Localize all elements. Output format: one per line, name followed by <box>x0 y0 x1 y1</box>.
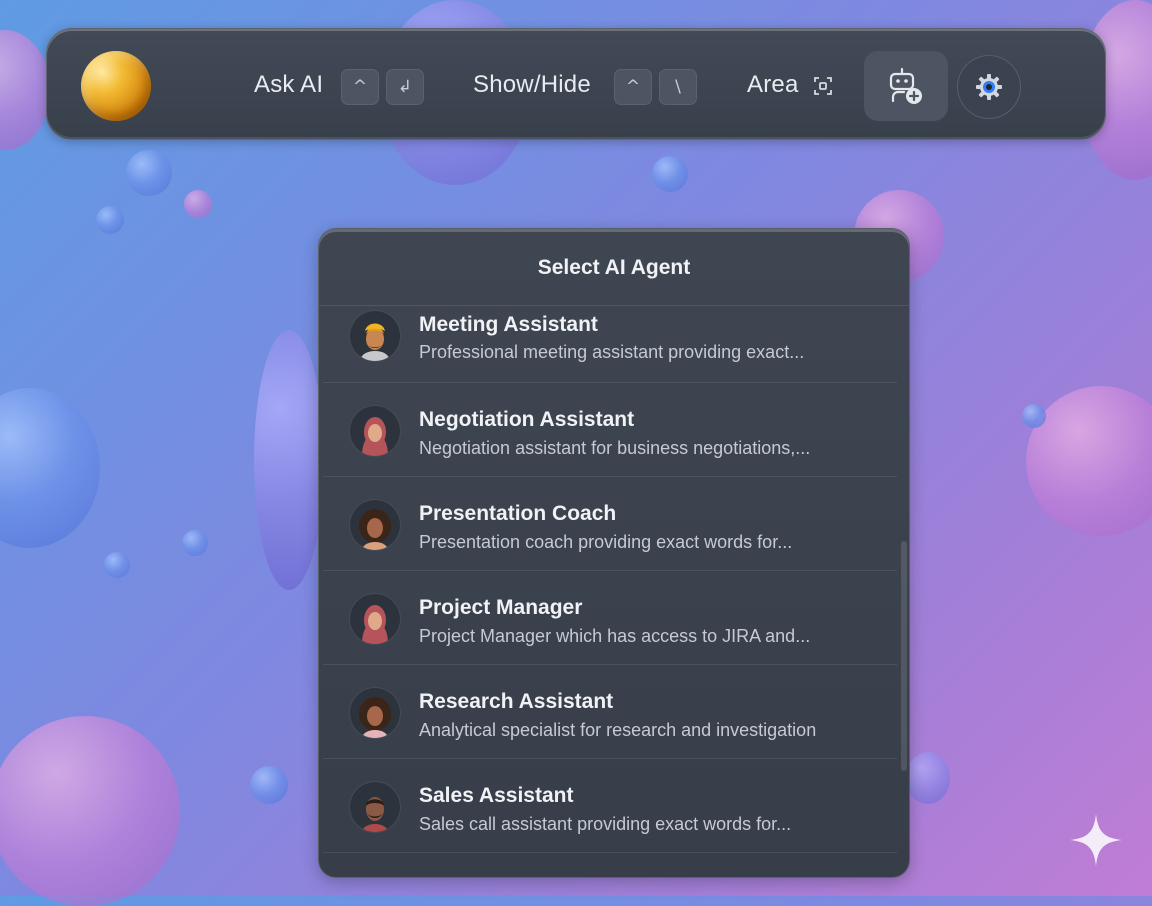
robot-add-icon <box>889 67 922 104</box>
show-hide-key-backslash: \ <box>659 69 697 105</box>
background-bubble <box>1026 386 1152 536</box>
add-agent-button[interactable] <box>864 51 948 121</box>
background-bubble <box>0 388 100 548</box>
agent-avatar <box>349 593 401 645</box>
background-bubble <box>0 30 50 150</box>
gear-icon <box>976 74 1002 100</box>
agent-description: Analytical specialist for research and i… <box>419 720 817 740</box>
agent-description: Negotiation assistant for business negot… <box>419 438 811 458</box>
agent-description: Project Manager which has access to JIRA… <box>419 626 811 646</box>
agent-item-negotiation-assistant[interactable]: Negotiation Assistant Negotiation assist… <box>323 383 897 477</box>
agent-avatar <box>349 781 401 833</box>
agent-list-scrollbar[interactable] <box>901 541 907 771</box>
area-label[interactable]: Area <box>747 71 799 99</box>
agent-avatar <box>349 310 401 362</box>
background-bubble <box>0 716 180 906</box>
agent-avatar <box>349 499 401 551</box>
area-capture-icon[interactable] <box>814 77 832 95</box>
main-toolbar: Ask AI ^ ↲ Show/Hide ^ \ Area <box>46 28 1106 140</box>
agent-item-project-manager[interactable]: Project Manager Project Manager which ha… <box>323 571 897 665</box>
agent-select-panel: Select AI Agent Meeting Assistant Profes… <box>318 228 910 878</box>
agent-name: Sales Assistant <box>419 784 574 807</box>
agent-name: Presentation Coach <box>419 502 617 525</box>
agent-description: Professional meeting assistant providing… <box>419 342 805 362</box>
agent-item-sales-assistant[interactable]: Sales Assistant Sales call assistant pro… <box>323 759 897 853</box>
agent-avatar <box>349 405 401 457</box>
agent-item-presentation-coach[interactable]: Presentation Coach Presentation coach pr… <box>323 477 897 571</box>
sparkle-icon <box>1070 814 1122 866</box>
agent-list[interactable]: Meeting Assistant Professional meeting a… <box>323 306 897 877</box>
panel-title: Select AI Agent <box>319 229 909 306</box>
app-logo-button[interactable] <box>81 51 151 121</box>
settings-button[interactable] <box>957 55 1021 119</box>
background-bubble <box>254 330 324 590</box>
agent-name: Project Manager <box>419 596 583 619</box>
background-bubble <box>250 766 288 804</box>
agent-description: Presentation coach providing exact words… <box>419 532 793 552</box>
show-hide-key-ctrl: ^ <box>614 69 652 105</box>
agent-name: Research Assistant <box>419 690 614 713</box>
agent-avatar <box>349 687 401 739</box>
background-bubble <box>1022 404 1046 428</box>
agent-name: Meeting Assistant <box>419 313 598 336</box>
background-bubble <box>126 150 172 196</box>
background-bubble <box>96 206 124 234</box>
background-bubble <box>182 530 208 556</box>
ask-ai-label[interactable]: Ask AI <box>254 71 323 99</box>
background-bubble <box>104 552 130 578</box>
background-bubble <box>652 156 688 192</box>
agent-description: Sales call assistant providing exact wor… <box>419 814 792 834</box>
ask-ai-key-enter: ↲ <box>386 69 424 105</box>
agent-item-meeting-assistant[interactable]: Meeting Assistant Professional meeting a… <box>323 306 897 383</box>
show-hide-label[interactable]: Show/Hide <box>473 71 591 99</box>
agent-item-research-assistant[interactable]: Research Assistant Analytical specialist… <box>323 665 897 759</box>
background-bubble <box>906 752 950 804</box>
ask-ai-key-ctrl: ^ <box>341 69 379 105</box>
agent-name: Negotiation Assistant <box>419 408 635 431</box>
background-bubble <box>184 190 212 218</box>
